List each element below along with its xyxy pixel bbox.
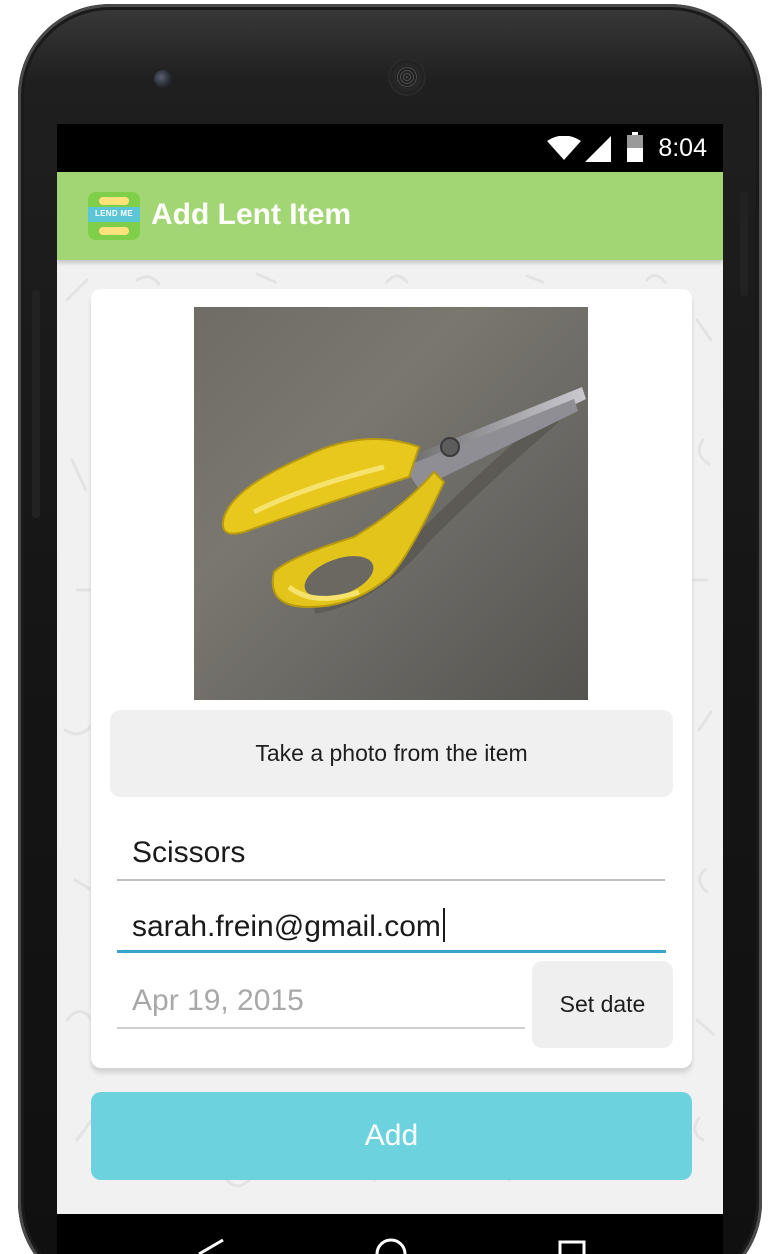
wifi-icon (547, 136, 581, 160)
power-button (740, 192, 748, 296)
signal-icon (585, 136, 611, 162)
battery-icon (627, 132, 643, 162)
item-form-card: Take a photo from the item Scissors sara… (91, 289, 692, 1068)
email-field[interactable]: sarah.frein@gmail.com (117, 897, 666, 953)
email-text: sarah.frein@gmail.com (132, 910, 441, 943)
hand-icon (99, 227, 129, 235)
volume-button (32, 290, 40, 518)
item-name-value: Scissors (132, 836, 246, 869)
page-title: Add Lent Item (151, 198, 351, 231)
date-field[interactable]: Apr 19, 2015 (117, 973, 525, 1029)
scissors-image (222, 387, 586, 614)
earpiece-speaker (388, 58, 426, 96)
front-sensor (154, 70, 172, 88)
email-value: sarah.frein@gmail.com (132, 908, 445, 944)
logo-text: LEND ME (94, 209, 134, 218)
item-name-field[interactable]: Scissors (117, 825, 665, 881)
hand-icon (99, 197, 129, 205)
navigation-bar (57, 1214, 723, 1254)
text-cursor (442, 908, 445, 942)
back-icon[interactable] (197, 1238, 227, 1254)
app-logo: LEND ME (88, 192, 140, 240)
date-value: Apr 19, 2015 (132, 984, 304, 1017)
status-bar: 8:04 (57, 124, 723, 172)
add-button[interactable]: Add (91, 1092, 692, 1180)
take-photo-button[interactable]: Take a photo from the item (110, 710, 673, 797)
item-photo[interactable] (194, 307, 588, 700)
status-time: 8:04 (658, 134, 707, 162)
recents-icon[interactable] (557, 1238, 587, 1254)
set-date-button[interactable]: Set date (532, 961, 673, 1048)
home-icon[interactable] (375, 1238, 407, 1254)
app-bar: LEND ME Add Lent Item (57, 172, 723, 260)
screen: 8:04 LEND ME Add Lent Item Take a photo … (57, 124, 723, 1214)
